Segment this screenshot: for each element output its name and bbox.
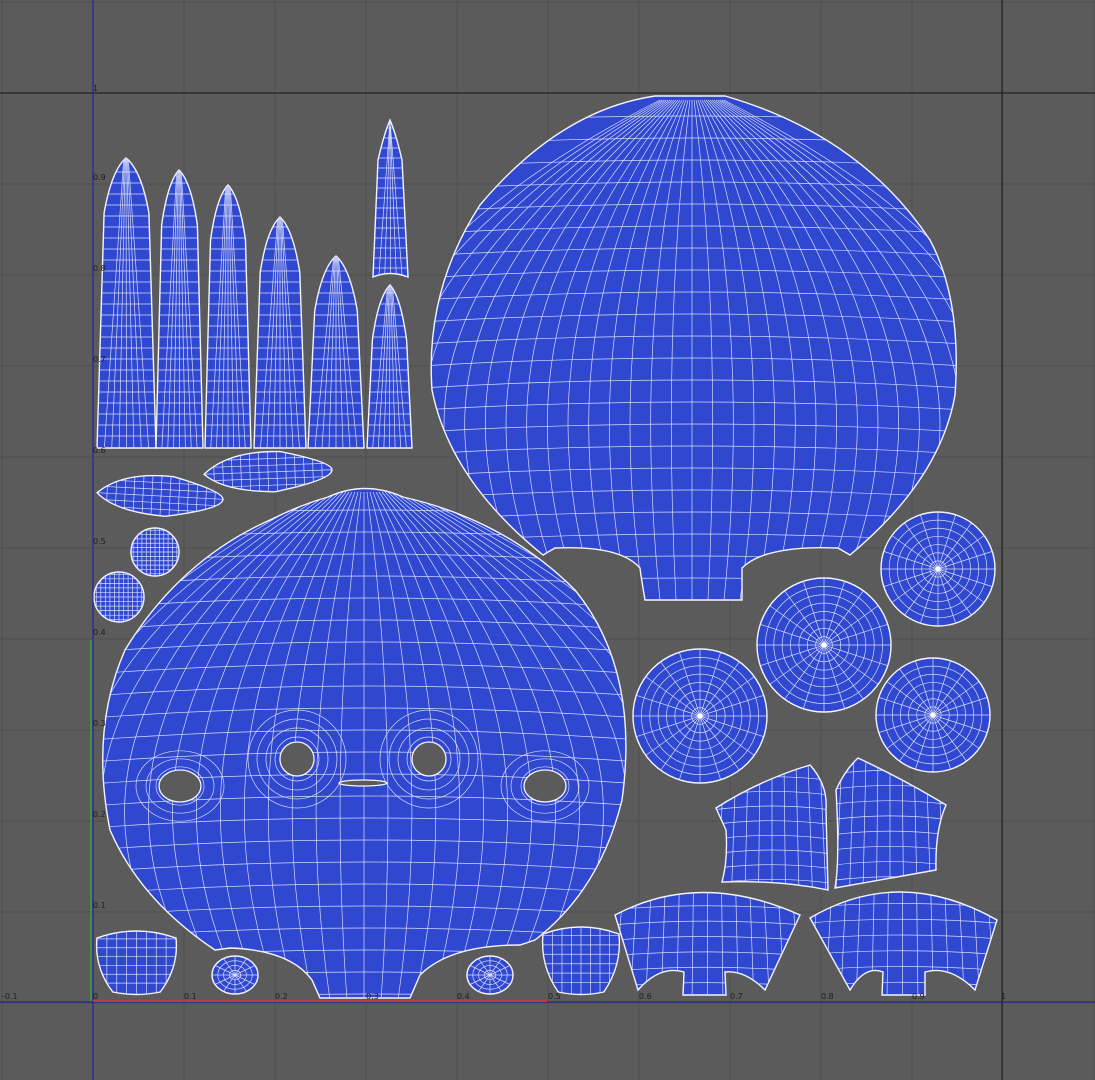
mouth-slit <box>338 779 388 787</box>
uv-shell-disc-3[interactable] <box>880 511 996 627</box>
uv-shell-leaf-2[interactable] <box>203 449 333 494</box>
panel-wire-v <box>810 891 820 995</box>
u-tick-0.5: 0.5 <box>548 992 561 1001</box>
v-tick-1: 1 <box>93 84 98 93</box>
eye-hole-right <box>411 741 447 777</box>
uv-shell-small-disc-1[interactable] <box>130 527 180 577</box>
uv-viewport[interactable]: 1 0.9 0.8 0.7 0.6 0.5 0.4 0.3 0.2 0.1 0 … <box>0 0 1095 1080</box>
v-tick-0.7: 0.7 <box>93 355 106 364</box>
eye-hole-left <box>279 741 315 777</box>
sphere-face <box>430 95 957 601</box>
uv-canvas[interactable]: 1 0.9 0.8 0.7 0.6 0.5 0.4 0.3 0.2 0.1 0 … <box>0 0 1095 1080</box>
disc-pole <box>697 713 703 719</box>
uv-shell-spike-top[interactable] <box>370 118 410 279</box>
u-tick-0.3: 0.3 <box>366 992 379 1001</box>
uv-shell-arch-right[interactable] <box>805 872 1000 998</box>
panel-wire-v <box>717 765 725 890</box>
v-tick-0.5: 0.5 <box>93 537 106 546</box>
u-tick-0.1: 0.1 <box>184 992 197 1001</box>
spike-wire-v <box>389 120 391 277</box>
uv-shell-spike-4[interactable] <box>253 216 307 449</box>
u-tick-0.9: 0.9 <box>912 992 925 1001</box>
u-tick-0.7: 0.7 <box>730 992 743 1001</box>
uv-shell-spike-2[interactable] <box>155 168 204 449</box>
v-tick-0.9: 0.9 <box>93 173 106 182</box>
uv-shell-disc-1[interactable] <box>632 648 768 784</box>
disc-pole <box>930 712 936 718</box>
v-tick-0.4: 0.4 <box>93 628 106 637</box>
disc-pole <box>821 642 827 648</box>
v-tick-0.1: 0.1 <box>93 901 106 910</box>
uv-shell-spike-5[interactable] <box>307 255 365 449</box>
origin-label: 0 <box>93 992 98 1001</box>
uv-shell-spike-3[interactable] <box>204 183 252 449</box>
uv-shell-spike-1[interactable] <box>96 157 157 449</box>
v-tick-0.6: 0.6 <box>93 446 106 455</box>
uv-shell-disc-2[interactable] <box>756 577 892 713</box>
u-tick-0.6: 0.6 <box>639 992 652 1001</box>
uv-shell-eye-1[interactable] <box>211 955 259 995</box>
uv-shell-disc-4[interactable] <box>875 657 991 773</box>
u-tick-0.4: 0.4 <box>457 992 470 1001</box>
panel-face <box>809 891 998 996</box>
uv-shell-spike-6[interactable] <box>366 283 413 449</box>
uv-shell-cup-2[interactable] <box>538 918 624 1000</box>
uv-shell-leaf-1[interactable] <box>96 472 224 519</box>
uv-shell-panel-right[interactable] <box>830 755 950 892</box>
ear-hole-right <box>523 769 567 803</box>
v-tick-0.8: 0.8 <box>93 264 106 273</box>
ear-hole-left <box>158 769 202 803</box>
uv-shell-eye-2[interactable] <box>466 955 514 995</box>
uv-shell-small-disc-2[interactable] <box>93 571 145 623</box>
u-tick-0.2: 0.2 <box>275 992 288 1001</box>
uv-shells[interactable] <box>0 95 1023 1004</box>
disc-pole <box>935 566 941 572</box>
v-tick-0.2: 0.2 <box>93 810 106 819</box>
uv-shell-cup-1[interactable] <box>92 922 181 1000</box>
u-tick-neg0.1: -0.1 <box>2 992 18 1001</box>
u-tick-1: 1 <box>1001 992 1006 1001</box>
spike-wire-v <box>389 285 391 448</box>
spike-wire-v <box>178 170 180 448</box>
panel-wire-v <box>790 892 800 995</box>
u-tick-0.8: 0.8 <box>821 992 834 1001</box>
v-tick-0.3: 0.3 <box>93 719 106 728</box>
